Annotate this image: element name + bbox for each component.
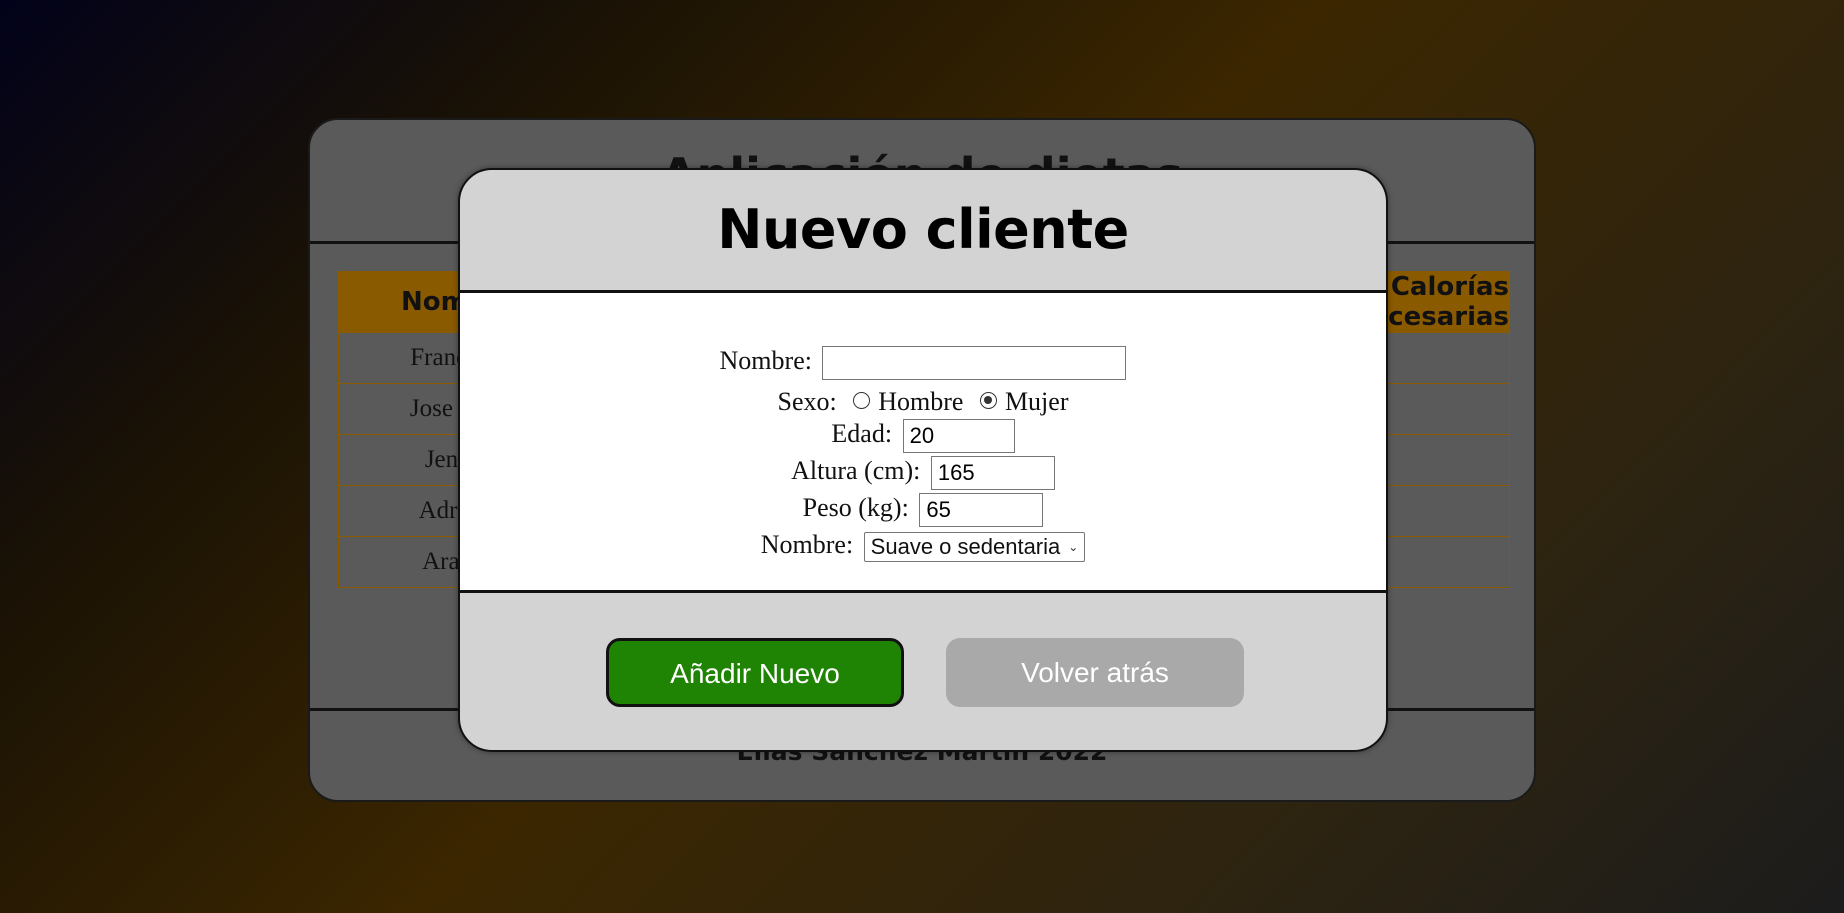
actividad-select-value: Suave o sedentaria [870, 534, 1061, 560]
chevron-down-icon: ⌄ [1068, 540, 1079, 555]
altura-input[interactable] [930, 456, 1055, 491]
radio-mujer[interactable] [979, 391, 997, 409]
form-row-actividad: Nombre: Suave o sedentaria ⌄ [460, 530, 1386, 563]
nombre-input[interactable] [822, 346, 1127, 381]
form-row-sexo: Sexo: Hombre Mujer [460, 387, 1386, 417]
radio-hombre-label: Hombre [878, 387, 964, 416]
new-client-modal: Nuevo cliente Nombre: Sexo: Hombre Mujer… [458, 168, 1388, 752]
sexo-label: Sexo: [777, 387, 837, 416]
form-row-peso: Peso (kg): [460, 493, 1386, 528]
modal-title: Nuevo cliente [717, 198, 1129, 261]
altura-label: Altura (cm): [791, 456, 921, 485]
edad-label: Edad: [831, 419, 893, 448]
add-new-button[interactable]: Añadir Nuevo [606, 638, 904, 707]
form-row-altura: Altura (cm): [460, 456, 1386, 491]
edad-input[interactable] [902, 419, 1015, 454]
modal-header: Nuevo cliente [460, 170, 1386, 293]
nombre-label: Nombre: [719, 346, 812, 375]
actividad-select[interactable]: Suave o sedentaria ⌄ [863, 532, 1086, 563]
actividad-label: Nombre: [760, 530, 854, 559]
radio-mujer-label: Mujer [1004, 387, 1069, 416]
peso-label: Peso (kg): [802, 493, 909, 522]
radio-hombre[interactable] [853, 391, 871, 409]
new-client-form: Nombre: Sexo: Hombre Mujer Edad: Altura … [460, 293, 1386, 593]
peso-input[interactable] [919, 493, 1044, 528]
form-row-nombre: Nombre: [460, 346, 1386, 381]
go-back-button[interactable]: Volver atrás [946, 638, 1244, 707]
form-row-edad: Edad: [460, 419, 1386, 454]
